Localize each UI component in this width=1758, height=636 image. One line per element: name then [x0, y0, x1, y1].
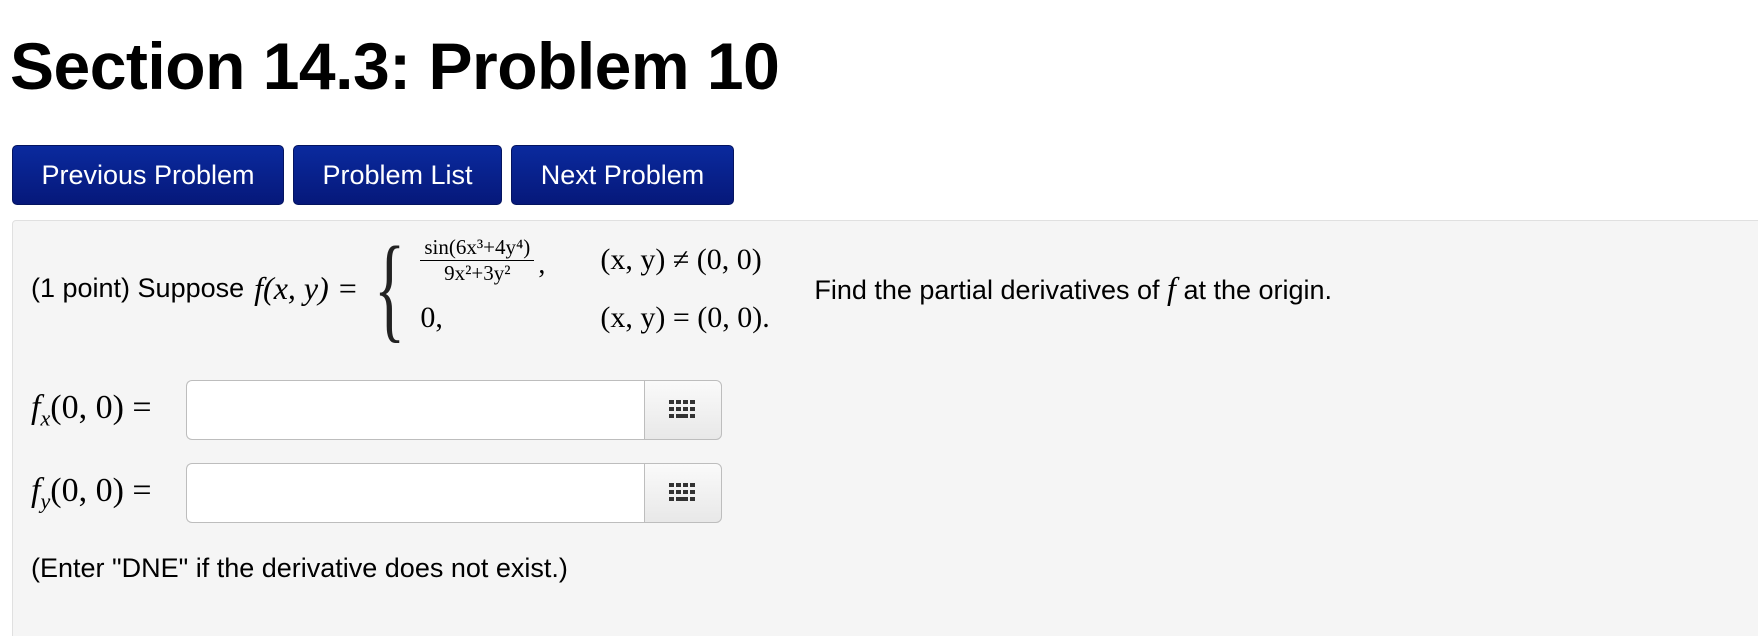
fx-label-tail: (0, 0) = — [50, 388, 152, 426]
problem-instruction: Find the partial derivatives of f at the… — [814, 270, 1332, 307]
problem-statement: (1 point) Suppose f(x, y) = { sin(6x³+4y… — [31, 228, 1731, 348]
fy-answer-box — [186, 463, 722, 523]
fy-label-sub: y — [40, 488, 51, 514]
problem-list-button[interactable]: Problem List — [293, 145, 502, 205]
fx-answer-box — [186, 380, 722, 440]
answer-row-fy: fy(0, 0) = — [31, 463, 722, 523]
fy-keypad-button[interactable] — [644, 463, 722, 523]
function-definition-label: f(x, y) = — [254, 269, 359, 306]
fy-label: fy(0, 0) = — [31, 472, 186, 515]
problem-prefix: (1 point) Suppose — [31, 272, 245, 303]
answer-row-fx: fx(0, 0) = — [31, 380, 722, 440]
next-problem-button[interactable]: Next Problem — [511, 145, 734, 205]
instruction-function-symbol: f — [1167, 269, 1176, 306]
fx-keypad-button[interactable] — [644, 380, 722, 440]
dne-instruction: (Enter "DNE" if the derivative does not … — [31, 553, 568, 583]
case1-expression: sin(6x³+4y⁴) 9x²+3y² , — [420, 235, 600, 285]
keypad-icon — [669, 400, 695, 418]
instruction-text-1: Find the partial derivatives of — [814, 274, 1160, 305]
fy-answer-input[interactable] — [186, 463, 644, 523]
problem-nav: Previous Problem Problem List Next Probl… — [12, 145, 734, 205]
case2-condition: (x, y) = (0, 0). — [600, 301, 770, 334]
case1-fraction: sin(6x³+4y⁴) 9x²+3y² — [420, 235, 535, 285]
page-title: Section 14.3: Problem 10 — [10, 29, 780, 103]
case1-denominator: 9x²+3y² — [444, 260, 511, 285]
keypad-icon — [669, 483, 695, 501]
piecewise-cases: sin(6x³+4y⁴) 9x²+3y² , (x, y) ≠ (0, 0) 0… — [420, 230, 800, 346]
instruction-text-2: at the origin. — [1183, 274, 1333, 305]
fx-answer-input[interactable] — [186, 380, 644, 440]
case1-comma: , — [538, 249, 546, 281]
fy-label-tail: (0, 0) = — [50, 471, 152, 509]
piecewise-brace: { — [374, 222, 406, 353]
case1-condition: (x, y) ≠ (0, 0) — [600, 243, 762, 276]
fx-label: fx(0, 0) = — [31, 389, 186, 432]
previous-problem-button[interactable]: Previous Problem — [12, 145, 284, 205]
case2-value: 0, — [420, 301, 443, 334]
fx-label-sub: x — [40, 405, 51, 431]
case1-numerator: sin(6x³+4y⁴) — [420, 235, 535, 261]
